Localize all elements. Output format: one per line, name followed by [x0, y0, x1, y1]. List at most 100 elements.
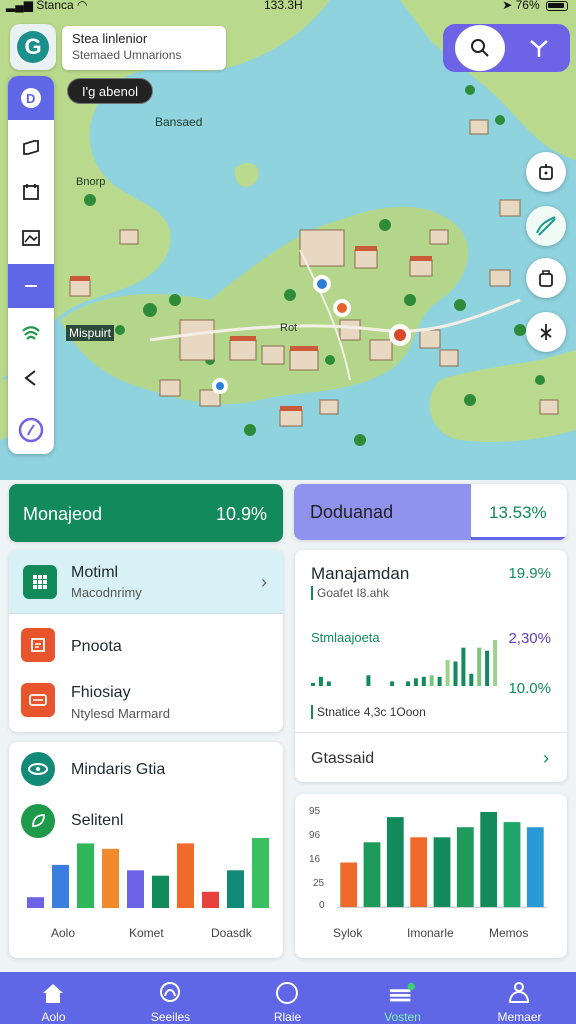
map-pill[interactable]: I'g abenol — [67, 78, 153, 104]
chart-bar — [366, 675, 371, 686]
nav-item-place[interactable]: Rlaie — [230, 972, 345, 1024]
list-item-pnoota[interactable]: Pnoota — [9, 620, 283, 678]
chart-bar — [318, 676, 323, 686]
filter-button[interactable] — [525, 34, 553, 62]
chart-bar — [433, 837, 451, 908]
header-title-box: Stea linlenior Stemaed Umnarions — [62, 26, 226, 70]
chart-bar — [326, 681, 331, 686]
chart-bar — [27, 897, 44, 908]
image-icon — [22, 230, 40, 246]
finance-title-value: 19.9% — [508, 565, 551, 582]
nav-label: Rlaie — [273, 1010, 302, 1024]
map-layer-icon — [23, 140, 39, 155]
chart-bar — [445, 659, 450, 686]
finance-bar-chart — [311, 640, 498, 686]
location-icon: ➤ — [502, 0, 513, 12]
map-canvas — [0, 0, 576, 446]
rail-item-back[interactable] — [8, 356, 54, 400]
chart-bar — [252, 838, 269, 908]
stat-card-managed[interactable]: Monajeod 10.9% — [9, 484, 283, 542]
x-axis-label: Doasdk — [211, 926, 252, 940]
chart-bar — [480, 812, 498, 908]
signal-icon — [22, 326, 40, 340]
finance-title: Manajamdan — [311, 564, 410, 583]
chart-bar — [52, 864, 69, 908]
list-item-motiml[interactable]: Motiml Macodnrimy › — [9, 550, 283, 614]
rail-item-compass[interactable] — [8, 408, 54, 452]
eye-icon — [21, 752, 55, 786]
chevron-right-icon[interactable]: › — [543, 748, 549, 769]
nav-item-vosten[interactable]: Vosten — [345, 972, 460, 1024]
chart-bar — [127, 870, 144, 908]
x-axis-label: Sylok — [333, 926, 363, 940]
y-tick-label: 95 — [309, 806, 321, 817]
chart-bar — [526, 827, 544, 908]
bag-icon — [539, 270, 553, 287]
map-label: Bnorp — [76, 176, 106, 188]
rail-item-image[interactable] — [8, 216, 54, 260]
chart-bar — [77, 843, 94, 908]
list-item-title: Motiml — [71, 564, 119, 581]
marker-button[interactable] — [526, 152, 566, 192]
rail-item-zoom-out[interactable] — [8, 264, 54, 308]
nav-label: Memaer — [497, 1010, 542, 1024]
finance-value-1: 2,30% — [508, 630, 551, 647]
rail-item-calendar[interactable] — [8, 170, 54, 214]
finance-footer: Stnatice 4,3c 1Ooon — [311, 705, 426, 719]
bag-button[interactable] — [526, 258, 566, 298]
antenna-icon — [530, 40, 548, 57]
y-tick-label: 16 — [309, 854, 321, 865]
app-badge-icon: D — [21, 88, 41, 108]
logo-icon: G — [17, 31, 49, 63]
nav-item-services[interactable]: Seeiles — [113, 972, 228, 1024]
nav-item-member[interactable]: Memaer — [462, 972, 576, 1024]
stat-value: 13.53% — [489, 503, 547, 522]
chart-card-right: 95 96 16 25 0 Sylok Imonarle Memos — [295, 794, 567, 958]
document-icon — [21, 628, 55, 662]
chart-bar — [386, 817, 404, 908]
back-icon — [24, 370, 36, 386]
services-icon — [156, 980, 184, 1006]
chart-bar — [311, 682, 315, 686]
app-subtitle: Stemaed Umnarions — [72, 48, 182, 62]
chart-bar — [102, 848, 119, 908]
chart-bar — [177, 843, 194, 908]
chart-bar — [477, 647, 482, 686]
tool-button[interactable] — [526, 312, 566, 352]
nav-item-home[interactable]: Aolo — [0, 972, 111, 1024]
app-title: Stea linlenior — [72, 31, 148, 46]
chart-bar — [437, 676, 442, 686]
list-item-fhiosiay[interactable]: Fhiosiay Ntylesd Marmard — [9, 674, 283, 732]
menu-list-card: Motiml Macodnrimy › Pnoota Fhiosiay Ntyl… — [9, 550, 283, 732]
home-icon — [39, 980, 67, 1006]
finance-link[interactable]: Gtassaid — [311, 750, 374, 768]
nav-label: Aolo — [41, 1010, 66, 1024]
chart-bar — [406, 681, 410, 686]
bar-chart-right — [337, 812, 547, 908]
stat-card-download[interactable]: Doduanad 13.53% — [294, 484, 567, 540]
app-logo[interactable]: G — [10, 24, 56, 70]
rail-item-app[interactable]: D — [8, 76, 54, 120]
card-row-title: Mindaris Gtia — [71, 761, 166, 778]
route-button[interactable] — [526, 206, 566, 246]
chart-bar — [453, 661, 458, 686]
stat-label: Doduanad — [310, 502, 394, 522]
grid-icon — [23, 565, 57, 599]
status-bar: ▂▄▆ Stanca ◠ 133.3H ➤ 76% — [0, 0, 576, 14]
clock: 133.3H — [264, 0, 303, 12]
map-view[interactable]: Bansaed Bnorp Mispuirt Rot — [0, 0, 576, 480]
rail-item-layers[interactable] — [8, 126, 54, 170]
user-icon — [505, 980, 533, 1006]
list-item-subtitle: Macodnrimy — [71, 585, 142, 600]
compass-icon — [18, 417, 44, 443]
finance-card: Manajamdan 19.9% Goafet I8.ahk Stmlaajoe… — [295, 550, 567, 782]
battery-status: ➤ 76% — [502, 0, 568, 12]
divider — [295, 732, 567, 733]
stat-label: Monajeod — [23, 504, 103, 524]
chart-card-left: Mindaris Gtia Selitenl Aolo Komet Doasdk — [9, 742, 283, 958]
rail-item-signal[interactable] — [8, 312, 54, 356]
chart-bar — [456, 827, 474, 908]
search-button[interactable] — [455, 25, 505, 71]
chevron-right-icon: › — [261, 572, 267, 592]
svg-text:D: D — [26, 91, 35, 106]
